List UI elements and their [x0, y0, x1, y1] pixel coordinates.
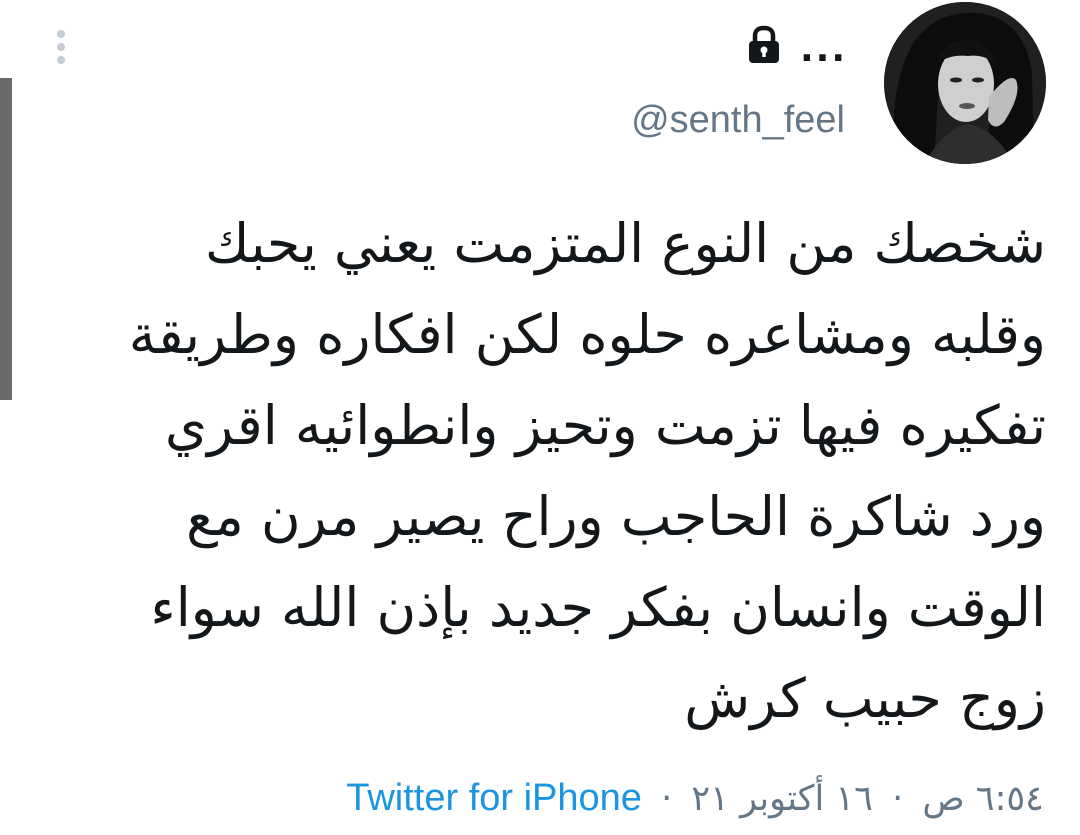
separator-dot: ·: [892, 779, 904, 819]
avatar-image: [884, 2, 1046, 164]
tweet-text-line: وقلبه ومشاعره حلوه لكن افكاره وطريقة: [128, 303, 1046, 366]
tweet-text: شخصك من النوع المتزمت يعني يحبك وقلبه وم…: [78, 198, 1046, 744]
user-handle[interactable]: @senth_feel: [631, 96, 845, 144]
tweet-detail-page: ... @senth_feel شخصك من النوع المتزمت يع…: [0, 0, 1080, 835]
tweet-text-line: ورد شاكرة الحاجب وراح يصير مرن مع: [186, 485, 1046, 548]
more-horizontal-icon[interactable]: ...: [800, 30, 847, 70]
avatar[interactable]: [884, 2, 1046, 164]
tweet-time[interactable]: ٦:٥٤ ص: [922, 779, 1044, 819]
tweet-text-line: زوج حبيب كرش: [684, 667, 1046, 730]
lock-icon: [746, 25, 782, 65]
tweet-text-line: شخصك من النوع المتزمت يعني يحبك: [205, 212, 1046, 275]
tweet-metadata: ٦:٥٤ ص · ١٦ أكتوبر ٢١ · Twitter for iPho…: [346, 768, 1044, 828]
vertical-dots-icon[interactable]: [54, 30, 68, 70]
tweet-text-line: تفكيره فيها تزمت وتحيز وانطوائيه اقري: [164, 394, 1046, 457]
tweet-source-link[interactable]: Twitter for iPhone: [346, 777, 642, 819]
scrollbar[interactable]: [0, 78, 12, 400]
tweet-date[interactable]: ١٦ أكتوبر ٢١: [691, 779, 873, 819]
tweet-text-line: الوقت وانسان بفكر جديد بإذن الله سواء: [150, 576, 1046, 639]
separator-dot: ·: [661, 779, 673, 819]
